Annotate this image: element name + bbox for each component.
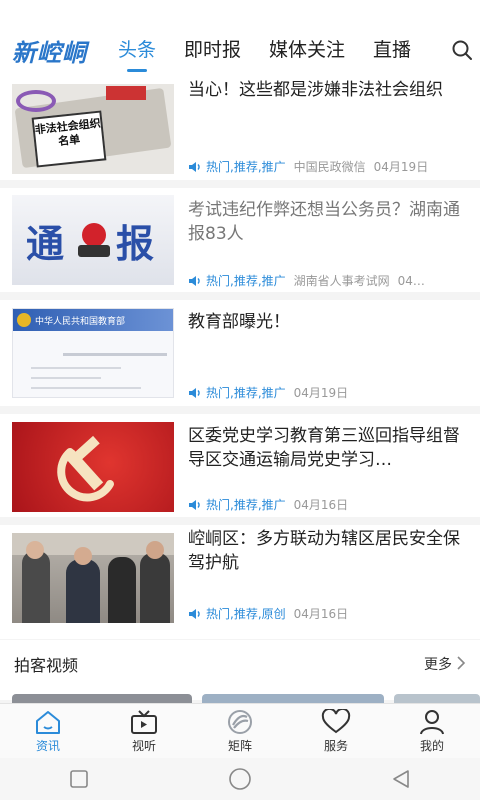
system-navigation-bar: [0, 758, 480, 800]
tab-instant-news[interactable]: 即时报: [184, 22, 241, 78]
speaker-icon: [189, 387, 200, 398]
news-title: 崆峒区：多方联动为辖区居民安全保驾护航: [188, 529, 460, 573]
tab-headlines[interactable]: 头条: [118, 22, 156, 78]
news-meta: 热门,推荐,推广 04月19日: [188, 384, 468, 401]
search-button[interactable]: [444, 22, 480, 78]
news-meta: 热门,推荐,推广 04月16日: [188, 496, 468, 513]
nav-mine[interactable]: 我的: [384, 704, 480, 758]
nav-label: 我的: [419, 738, 444, 753]
channel-tabs: 头条 即时报 媒体关注 直播: [118, 22, 444, 78]
news-thumbnail: 通 报: [12, 195, 174, 285]
nav-av[interactable]: 视听: [96, 704, 192, 758]
hammer-sickle-icon: [57, 435, 114, 502]
nav-label: 资讯: [35, 738, 60, 753]
news-item[interactable]: 区委党史学习教育第三巡回指导组督导区交通运输局党史学习… 热门,推荐,推广 04…: [0, 414, 480, 517]
heart-icon: [321, 708, 351, 733]
news-thumbnail: [12, 422, 174, 512]
home-icon: [36, 710, 60, 734]
speaker-icon: [189, 608, 200, 619]
status-bar: [0, 0, 480, 22]
speaker-icon: [189, 275, 200, 286]
news-thumbnail: 非法社会组织名单: [12, 84, 174, 174]
nav-label: 视听: [131, 738, 156, 753]
video-section: 拍客视频 更多: [0, 640, 480, 706]
bottom-navigation: 资讯 视听 矩阵 服务 我的: [0, 703, 480, 758]
app-logo: 新崆峒: [12, 37, 87, 67]
nav-service[interactable]: 服务: [288, 704, 384, 758]
news-item[interactable]: 通 报 考试违纪作弊还想当公务员？湖南通报83人 热门,推荐,推广 湖南省人事考…: [0, 188, 480, 292]
section-title: 拍客视频: [14, 656, 79, 675]
news-meta: 热门,推荐,推广 湖南省人事考试网 04…: [188, 272, 468, 289]
nav-label: 矩阵: [227, 738, 252, 753]
back-icon[interactable]: [391, 769, 411, 789]
news-tags: 热门,推荐,推广: [206, 386, 286, 400]
nav-news[interactable]: 资讯: [0, 704, 96, 758]
thumb-header: 中华人民共和国教育部: [35, 317, 126, 327]
news-item[interactable]: 中华人民共和国教育部 教育部曝光！ 热门,推荐,推广 04月19日: [0, 300, 480, 406]
recents-icon[interactable]: [69, 769, 89, 789]
home-circle-icon[interactable]: [228, 767, 252, 791]
search-icon: [452, 40, 472, 60]
news-item[interactable]: 崆峒区：多方联动为辖区居民安全保驾护航 热门,推荐,原创 04月16日: [0, 525, 480, 639]
news-title: 考试违纪作弊还想当公务员？湖南通报83人: [188, 200, 460, 244]
matrix-logo-icon: [228, 709, 252, 734]
news-date: 04月16日: [293, 498, 349, 512]
news-meta: 热门,推荐,推广 中国民政微信 04月19日: [188, 158, 468, 175]
news-tags: 热门,推荐,推广: [206, 498, 286, 512]
news-date: 04月16日: [293, 607, 349, 621]
speaker-icon: [189, 499, 200, 510]
tv-icon: [131, 709, 157, 734]
top-header: 新崆峒 头条 即时报 媒体关注 直播: [0, 22, 480, 78]
news-feed: 非法社会组织名单 当心！这些都是涉嫌非法社会组织 热门,推荐,推广 中国民政微信…: [0, 78, 480, 647]
news-source: 湖南省人事考试网: [293, 274, 390, 288]
news-title: 区委党史学习教育第三巡回指导组督导区交通运输局党史学习…: [188, 426, 460, 470]
thumb-text-left: 通: [26, 221, 65, 266]
news-tags: 热门,推荐,推广: [206, 160, 286, 174]
news-title: 教育部曝光！: [188, 312, 290, 332]
news-source: 中国民政微信: [293, 160, 366, 174]
news-item[interactable]: 非法社会组织名单 当心！这些都是涉嫌非法社会组织 热门,推荐,推广 中国民政微信…: [0, 78, 480, 180]
speaker-icon: [189, 161, 200, 172]
more-link[interactable]: 更多: [424, 654, 452, 674]
chevron-right-icon[interactable]: [456, 655, 466, 671]
nav-label: 服务: [323, 738, 348, 753]
thumb-text-right: 报: [116, 221, 155, 266]
user-icon: [420, 709, 444, 734]
tab-media-focus[interactable]: 媒体关注: [269, 22, 345, 78]
thumb-caption: 非法社会组织名单: [31, 110, 107, 168]
tab-live[interactable]: 直播: [373, 22, 411, 78]
news-title: 当心！这些都是涉嫌非法社会组织: [188, 80, 443, 100]
news-thumbnail: [12, 533, 174, 623]
news-tags: 热门,推荐,原创: [206, 607, 286, 621]
nav-matrix[interactable]: 矩阵: [192, 704, 288, 758]
news-date: 04…: [397, 273, 425, 288]
news-tags: 热门,推荐,推广: [206, 274, 286, 288]
news-date: 04月19日: [293, 386, 349, 400]
news-meta: 热门,推荐,原创 04月16日: [188, 605, 468, 622]
news-thumbnail: 中华人民共和国教育部: [12, 308, 174, 398]
news-date: 04月19日: [373, 160, 429, 174]
